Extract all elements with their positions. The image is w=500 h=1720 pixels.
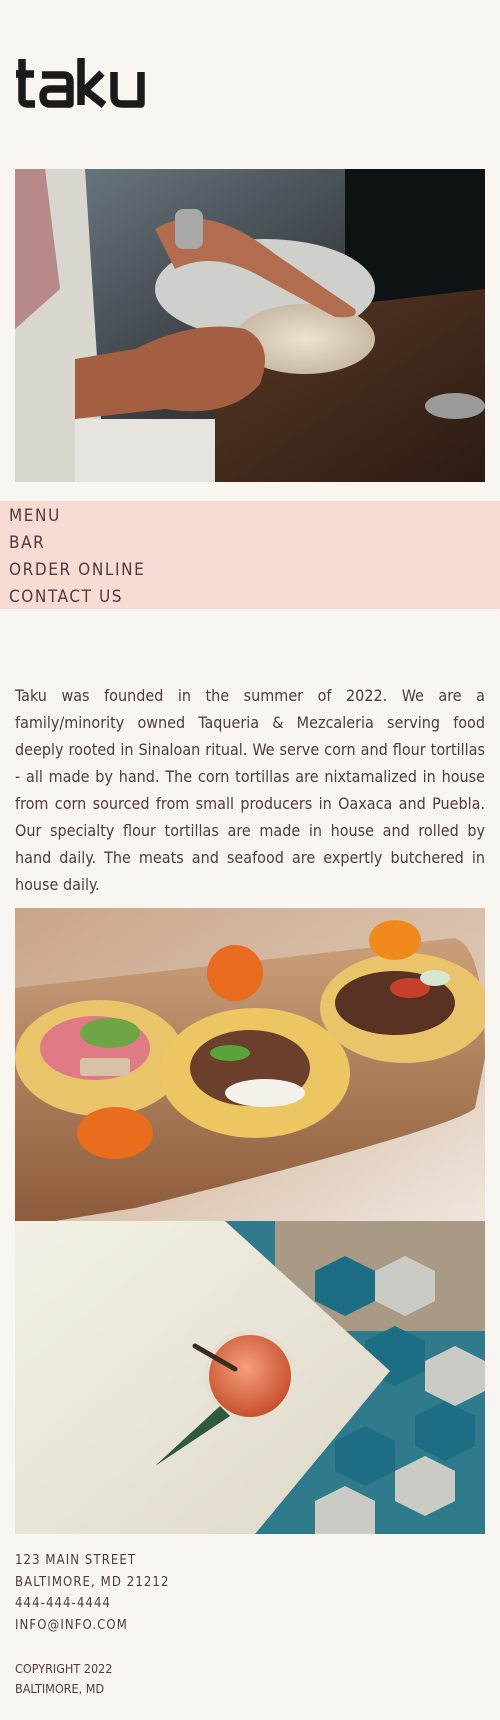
main-nav: MENU BAR ORDER ONLINE CONTACT US	[0, 501, 500, 609]
copyright-location: BALTIMORE, MD	[15, 1681, 105, 1696]
nav-item-contact-us[interactable]: CONTACT US	[9, 587, 123, 607]
footer-contact: 123 MAIN STREET BALTIMORE, MD 21212 444-…	[15, 1550, 169, 1636]
nav-item-order-online[interactable]: ORDER ONLINE	[9, 560, 145, 580]
logo[interactable]	[14, 55, 149, 110]
nav-item-menu[interactable]: MENU	[9, 506, 61, 526]
tacos-image	[15, 908, 485, 1221]
tortilla-hands-image	[15, 169, 485, 482]
footer-copyright: COPYRIGHT 2022 BALTIMORE, MD	[15, 1659, 112, 1699]
address-line-street: 123 MAIN STREET	[15, 1553, 137, 1568]
about-paragraph: Taku was founded in the summer of 2022. …	[15, 686, 485, 894]
copyright-text: COPYRIGHT 2022	[15, 1661, 113, 1676]
hero-photo-tortilla-hands	[15, 169, 485, 482]
drink-image	[15, 1221, 485, 1534]
photo-tacos-board	[15, 908, 485, 1221]
taku-logo-icon	[16, 58, 145, 108]
photo-drink-table	[15, 1221, 485, 1534]
email-address[interactable]: INFO@INFO.COM	[15, 1615, 169, 1637]
nav-item-bar[interactable]: BAR	[9, 533, 45, 553]
phone-number[interactable]: 444-444-4444	[15, 1593, 169, 1615]
address-line-city: BALTIMORE, MD 21212	[15, 1574, 170, 1590]
